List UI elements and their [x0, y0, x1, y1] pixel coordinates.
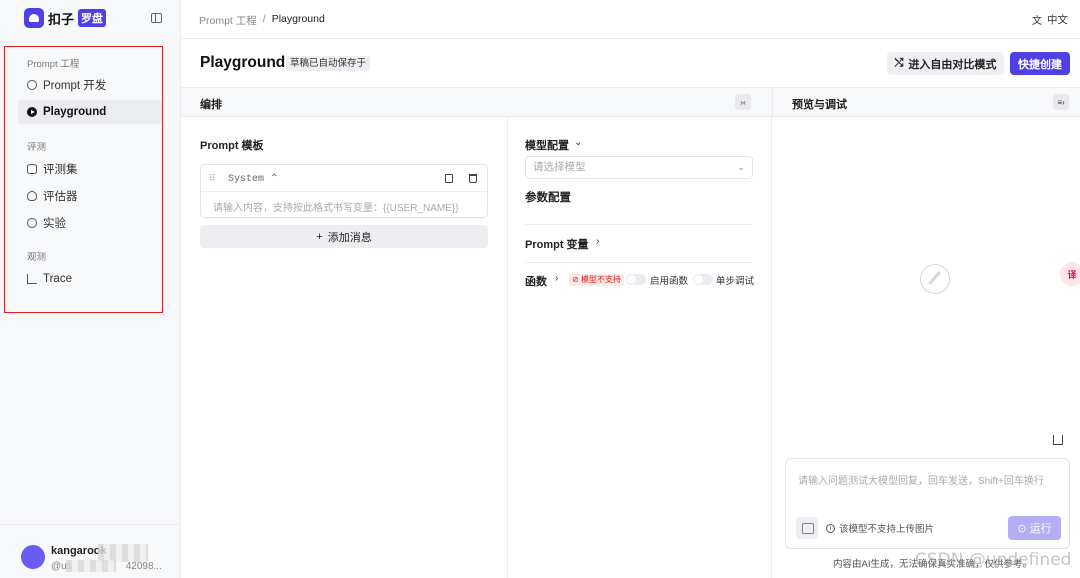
- editor-section-bar: 编排 ›‹: [181, 87, 772, 117]
- language-switch[interactable]: 文 中文: [1032, 12, 1068, 27]
- sidebar: 扣子 罗盘 Prompt 工程 Prompt 开发 Playground 评测 …: [0, 0, 181, 578]
- divider: [525, 224, 753, 225]
- message-card: ⠿ System ⌃ 请输入内容，支持按此格式书写变量：{{USER_NAME}…: [200, 164, 488, 218]
- preview-section-title: 预览与调试: [792, 99, 847, 111]
- run-button-label: 运行: [1029, 523, 1052, 535]
- info-icon: i: [826, 523, 835, 533]
- redaction-mask: [66, 560, 116, 572]
- logo-icon: [24, 8, 44, 28]
- model-select[interactable]: 请选择模型 ⌄: [525, 156, 753, 179]
- plus-icon: +: [316, 230, 323, 243]
- logo[interactable]: 扣子 罗盘: [24, 8, 107, 28]
- image-upload-icon[interactable]: [796, 517, 818, 539]
- model-select-placeholder: 请选择模型: [533, 161, 586, 173]
- compass-icon: [920, 264, 950, 294]
- prompt-variables-title[interactable]: Prompt 变量: [525, 236, 589, 252]
- sidebar-collapse-icon[interactable]: [151, 13, 162, 23]
- model-config-title[interactable]: 模型配置: [525, 137, 569, 153]
- breadcrumb-parent[interactable]: Prompt 工程: [199, 13, 257, 28]
- breadcrumb: Prompt 工程 / Playground: [199, 13, 325, 28]
- enable-functions-toggle[interactable]: [626, 274, 646, 285]
- chevron-right-icon[interactable]: ›: [555, 273, 558, 284]
- divider: [525, 262, 753, 263]
- chevron-right-icon[interactable]: ›: [596, 236, 599, 247]
- compare-mode-button[interactable]: ⤭ 进入自由对比模式: [887, 52, 1004, 75]
- message-input[interactable]: 请输入内容，支持按此格式书写变量：{{USER_NAME}}: [213, 199, 459, 214]
- top-bar: Prompt 工程 / Playground 文 中文: [181, 0, 1080, 39]
- step-debug-toggle[interactable]: [693, 274, 713, 285]
- clear-chat-icon[interactable]: [1053, 435, 1063, 445]
- breadcrumb-separator: /: [262, 13, 266, 25]
- panel-menu-icon[interactable]: ≡›: [1053, 94, 1069, 110]
- chevron-down-icon: ⌄: [737, 162, 745, 172]
- compare-button-label: 进入自由对比模式: [908, 58, 997, 71]
- translate-icon: 文: [1032, 16, 1042, 27]
- functions-title[interactable]: 函数: [525, 273, 547, 289]
- role-select[interactable]: System ⌃: [228, 173, 278, 185]
- collapse-panel-icon[interactable]: ›‹: [735, 94, 751, 110]
- page-title: Playground: [200, 54, 286, 71]
- divider: [507, 117, 508, 578]
- run-icon: ⊙: [1017, 522, 1027, 535]
- quick-create-button[interactable]: 快捷创建: [1010, 52, 1070, 75]
- unsupported-badge: ⊘ 模型不支持: [569, 274, 624, 286]
- highlight-annotation-box: [4, 46, 163, 313]
- language-label: 中文: [1047, 14, 1068, 26]
- copy-icon[interactable]: [445, 174, 453, 183]
- avatar[interactable]: [21, 545, 45, 569]
- chevron-down-icon[interactable]: ⌄: [574, 137, 582, 148]
- add-message-label: 添加消息: [327, 231, 372, 244]
- brand-name: 扣子: [48, 11, 75, 27]
- watermark: CSDN @undefined: [915, 550, 1072, 570]
- editor-section-title: 编排: [200, 99, 222, 111]
- prompt-template-title: Prompt 模板: [200, 140, 264, 152]
- brand-badge: 罗盘: [78, 9, 107, 27]
- divider: [771, 117, 772, 578]
- breadcrumb-current: Playground: [271, 13, 325, 25]
- add-message-button[interactable]: + 添加消息: [200, 225, 488, 248]
- enable-functions-label: 启用函数: [650, 276, 689, 287]
- param-config-title: 参数配置: [525, 192, 571, 204]
- compare-icon: ⤭: [894, 57, 904, 69]
- drag-handle-icon[interactable]: ⠿: [209, 173, 216, 184]
- translate-fab-icon[interactable]: 译: [1060, 262, 1080, 286]
- message-header: ⠿ System ⌃: [201, 165, 487, 192]
- divider: [0, 524, 181, 525]
- step-debug-label: 单步调试: [716, 276, 755, 287]
- trash-icon[interactable]: [469, 174, 477, 183]
- preview-section-bar: 预览与调试 ≡›: [772, 87, 1080, 117]
- chat-input[interactable]: 请输入问题测试大模型回复，回车发送，Shift+回车换行: [798, 472, 1044, 487]
- draft-status-badge: 草稿已自动保存于: [286, 56, 371, 71]
- run-button[interactable]: ⊙ 运行: [1008, 516, 1061, 540]
- image-upload-note: i 该模型不支持上传图片: [826, 521, 934, 535]
- chat-input-box[interactable]: 请输入问题测试大模型回复，回车发送，Shift+回车换行 i 该模型不支持上传图…: [785, 458, 1070, 549]
